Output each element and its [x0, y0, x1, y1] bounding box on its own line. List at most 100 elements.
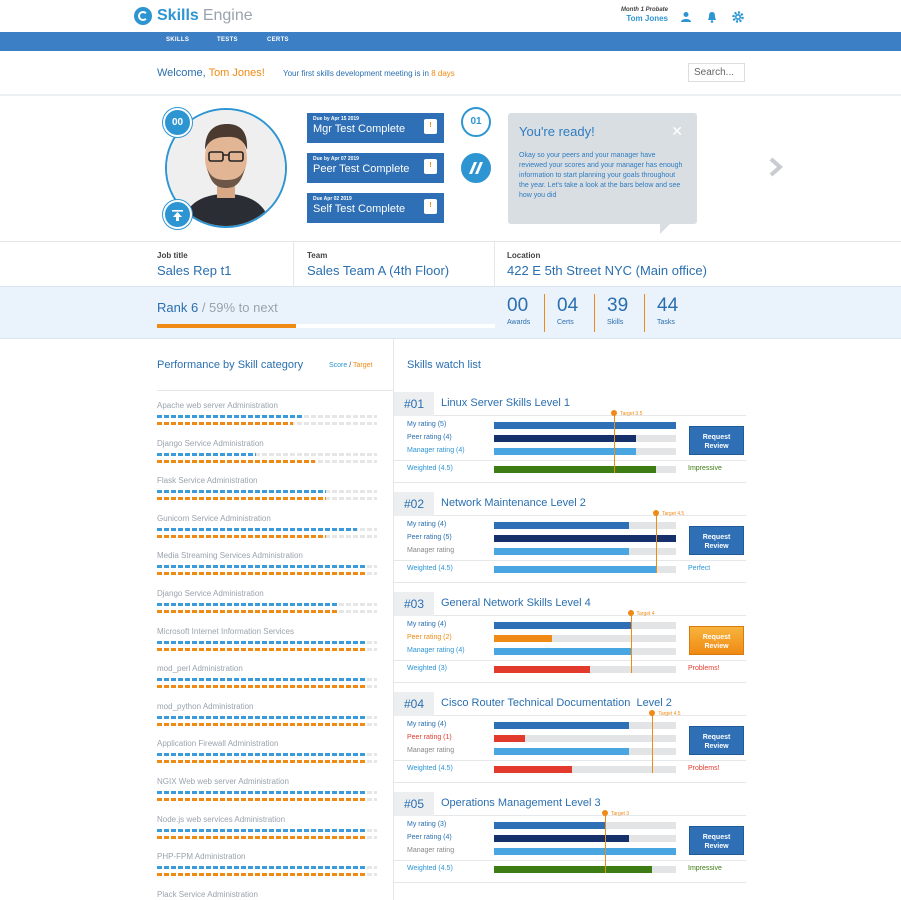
nav-skills[interactable]: SKILLS	[166, 37, 189, 43]
nav-certs[interactable]: CERTS	[267, 37, 289, 43]
target-marker	[602, 810, 609, 816]
chevron-right-icon[interactable]	[768, 156, 784, 184]
stat-number: 44	[657, 295, 679, 316]
rating-label: Peer rating (4)	[407, 834, 452, 841]
upload-photo-button[interactable]	[163, 200, 192, 229]
stat-skills[interactable]: 39 Skills	[607, 295, 652, 326]
watch-item-number: #04	[394, 692, 434, 716]
watch-item-title[interactable]: Network Maintenance Level 2	[441, 497, 586, 509]
weighted-bar	[494, 866, 653, 873]
meeting-days: 8 days	[431, 69, 455, 78]
close-icon[interactable]: ✕	[671, 123, 683, 140]
skill-category-item[interactable]: Microsoft Internet Information Services	[157, 627, 377, 651]
skill-category-item[interactable]: mod_perl Administration	[157, 664, 377, 689]
verdict-text: Perfect	[688, 565, 711, 572]
watch-item-title[interactable]: Operations Management Level 3	[441, 797, 601, 809]
skill-score-bar	[157, 527, 358, 531]
request-review-button[interactable]: Request Review	[689, 726, 744, 755]
rank-band: Rank 6 / 59% to next 00 Awards 04 Certs …	[0, 286, 901, 339]
status-badge-01[interactable]: 01	[461, 107, 491, 137]
request-review-button[interactable]: Request Review	[689, 826, 744, 855]
request-review-button[interactable]: Request Review	[689, 426, 744, 455]
test-card-peer[interactable]: Due by Apr 07 2019 Peer Test Complete !	[307, 153, 444, 183]
skill-category-name: Django Service Administration	[157, 438, 264, 448]
skill-target-track	[157, 873, 377, 877]
skill-category-item[interactable]: NGIX Web web server Administration	[157, 777, 377, 801]
test-due-date: Due by Apr 07 2019	[313, 156, 359, 162]
top-header: Skills Engine Month 1 Probate Tom Jones	[0, 0, 901, 32]
rank-progress-bar	[157, 324, 495, 328]
rating-bar-track	[494, 522, 676, 529]
skill-category-item[interactable]: Plack Service Administration	[157, 890, 377, 900]
user-menu[interactable]: Month 1 Probate Tom Jones	[606, 7, 668, 23]
stat-label: Tasks	[657, 319, 675, 326]
skill-category-item[interactable]: mod_python Administration	[157, 702, 377, 726]
ready-title: You're ready!	[519, 124, 595, 139]
rating-bar-track	[494, 448, 676, 455]
skill-category-item[interactable]: Django Service Administration	[157, 589, 377, 613]
rating-bar-track	[494, 848, 676, 855]
stat-certs[interactable]: 04 Certs	[557, 295, 602, 326]
skill-category-item[interactable]: Django Service Administration	[157, 439, 377, 463]
test-title: Self Test Complete	[313, 203, 406, 215]
target-label: Target 4	[636, 611, 655, 617]
skill-score-track	[157, 565, 377, 569]
nav-tests[interactable]: TESTS	[217, 37, 238, 43]
watch-item-number: #05	[394, 792, 434, 816]
stack-icon[interactable]	[461, 153, 491, 183]
target-line	[630, 615, 632, 673]
skill-score-bar	[157, 828, 366, 832]
search-input[interactable]: Search...	[688, 63, 745, 82]
awards-badge[interactable]: 00	[163, 108, 192, 137]
skill-score-track	[157, 415, 377, 418]
rating-bar-track	[494, 648, 676, 655]
rating-label: Manager rating	[407, 747, 455, 754]
rating-label: Peer rating (2)	[407, 634, 452, 641]
people-icon[interactable]	[680, 11, 692, 23]
button-label: Request Review	[702, 734, 731, 750]
skill-target-track	[157, 572, 377, 576]
user-subtitle: Month 1 Probate	[620, 7, 668, 13]
watch-item-number: #01	[394, 392, 434, 416]
skill-target-bar	[157, 835, 366, 839]
watch-item-title[interactable]: General Network Skills Level 4	[441, 597, 591, 609]
stat-awards[interactable]: 00 Awards	[507, 295, 552, 326]
welcome-name: Tom Jones!	[208, 67, 265, 79]
watch-item-title[interactable]: Linux Server Skills Level 1	[441, 397, 570, 409]
request-review-button[interactable]: Request Review	[689, 626, 744, 655]
verdict-text: Problems!	[688, 665, 720, 672]
rating-bar-track	[494, 835, 676, 842]
skill-category-item[interactable]: Apache web server Administration	[157, 401, 377, 425]
skill-target-track	[157, 497, 377, 501]
stat-tasks[interactable]: 44 Tasks	[657, 295, 702, 326]
skill-category-name: Django Service Administration	[157, 589, 264, 598]
skill-category-item[interactable]: Gunicorn Service Administration	[157, 514, 377, 538]
test-card-mgr[interactable]: Due by Apr 15 2019 Mgr Test Complete !	[307, 113, 444, 143]
bell-icon[interactable]	[706, 11, 718, 23]
skill-target-track	[157, 534, 377, 538]
skill-score-bar	[157, 490, 327, 494]
flag-icon: !	[424, 199, 437, 214]
rating-bar	[494, 535, 676, 542]
skill-score-track	[157, 828, 377, 832]
test-card-self[interactable]: Due Apr 02 2019 Self Test Complete !	[307, 193, 444, 223]
skill-category-item[interactable]: Flask Service Administration	[157, 476, 377, 501]
skill-category-item[interactable]: PHP-FPM Administration	[157, 852, 377, 877]
target-marker	[652, 510, 659, 516]
skill-category-item[interactable]: Node.js web services Administration	[157, 815, 377, 839]
skill-category-name: mod_python Administration	[157, 701, 254, 711]
request-review-button[interactable]: Request Review	[689, 526, 744, 555]
skill-target-track	[157, 685, 377, 689]
weighted-label: Weighted (4.5)	[407, 765, 453, 772]
team-label: Team	[307, 251, 328, 260]
brand-logo[interactable]: Skills Engine	[134, 7, 253, 25]
watch-item: #04 Cisco Router Technical Documentation …	[394, 692, 746, 784]
rating-label: My rating (4)	[407, 721, 447, 728]
watch-item-title[interactable]: Cisco Router Technical Documentation Lev…	[441, 697, 672, 709]
skill-category-item[interactable]: Media Streaming Services Administration	[157, 551, 377, 576]
test-due-date: Due by Apr 15 2019	[313, 116, 359, 122]
weighted-label: Weighted (4.5)	[407, 565, 453, 572]
gear-icon[interactable]	[732, 11, 744, 23]
skill-category-name: Application Firewall Administration	[157, 739, 279, 749]
skill-category-item[interactable]: Application Firewall Administration	[157, 739, 377, 764]
